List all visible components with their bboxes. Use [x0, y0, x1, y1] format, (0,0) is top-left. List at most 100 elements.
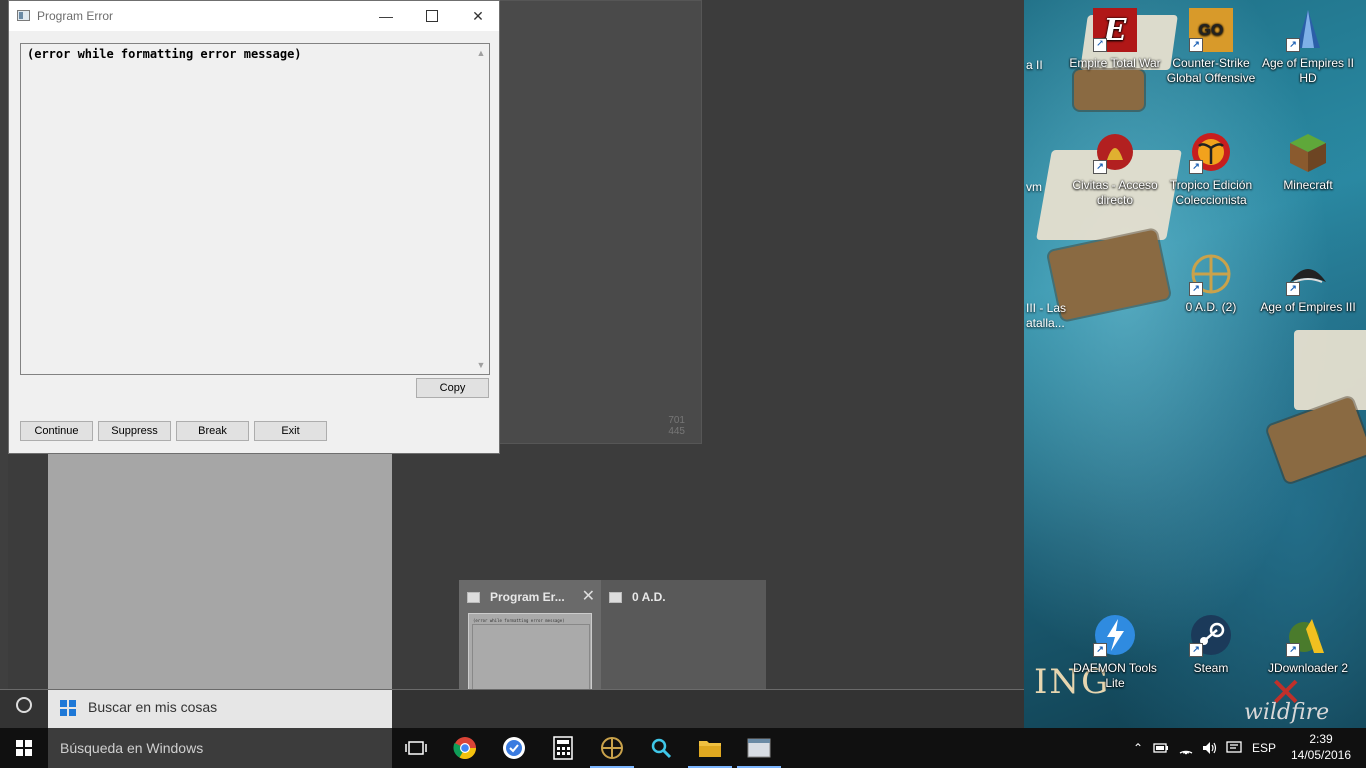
thumbnail-title: 0 A.D.: [632, 590, 666, 604]
background-window-edge: [0, 0, 8, 690]
shortcut-arrow-icon: ↗: [1286, 282, 1300, 296]
file-explorer-icon: [699, 741, 721, 757]
steam-icon: ↗: [1189, 613, 1233, 657]
desktop-icon-civitas[interactable]: ↗ Civitas - Acceso directo: [1067, 130, 1163, 208]
taskbar: Búsqueda en Windows ⌃ ESP 2:39 14/05/201…: [0, 728, 1366, 768]
suppress-button[interactable]: Suppress: [98, 421, 171, 441]
desktop-icon-0ad[interactable]: ↗ 0 A.D. (2): [1163, 252, 1259, 315]
start-button[interactable]: [0, 728, 48, 768]
desktop-icon-partial-label: III - Las: [1026, 301, 1067, 315]
scroll-up-icon[interactable]: ▲: [476, 48, 486, 58]
desktop-icon-label: Minecraft: [1283, 178, 1333, 192]
shortcut-arrow-icon: ↗: [1093, 643, 1107, 657]
app-window-icon: [17, 10, 30, 21]
volume-tray-button[interactable]: [1199, 728, 1221, 768]
search-my-stuff-button[interactable]: Buscar en mis cosas: [48, 690, 392, 728]
network-tray-button[interactable]: [1175, 728, 1197, 768]
csgo-icon: GO ↗: [1189, 8, 1233, 52]
windows-start-icon: [16, 740, 32, 756]
dialog-titlebar[interactable]: Program Error — ✕: [9, 1, 499, 31]
0ad-icon: ↗: [1189, 252, 1233, 296]
message-scrollbar[interactable]: ▲ ▼: [473, 44, 489, 374]
program-icon: [747, 738, 771, 758]
action-center-button[interactable]: [1223, 728, 1245, 768]
desktop-icon-jdownloader[interactable]: ↗ JDownloader 2: [1260, 613, 1356, 676]
close-icon: ✕: [472, 7, 484, 24]
shortcut-arrow-icon: ↗: [1093, 160, 1107, 174]
jdownloader-icon: ↗: [1286, 613, 1330, 657]
calculator-icon: [553, 736, 573, 760]
chrome-icon: [453, 737, 476, 759]
continue-button[interactable]: Continue: [20, 421, 93, 441]
maximize-icon: [426, 10, 438, 22]
close-button[interactable]: ✕: [455, 1, 501, 31]
minecraft-icon: [1286, 130, 1330, 174]
desktop-icon-tropico[interactable]: ↗ Tropico Edición Coleccionista: [1163, 130, 1259, 208]
desktop-icon-minecraft[interactable]: Minecraft: [1260, 130, 1356, 193]
empire-total-war-icon: E ↗: [1093, 8, 1137, 52]
search-tool-taskbar-button[interactable]: [637, 728, 685, 768]
desktop-icon-label: Tropico Edición: [1169, 178, 1253, 192]
task-view-button[interactable]: [392, 728, 440, 768]
search-my-stuff-label: Buscar en mis cosas: [88, 699, 218, 715]
desktop-icon-partial-label: vm: [1026, 180, 1042, 194]
desktop-icon-daemon-tools[interactable]: ↗ DAEMON Tools Lite: [1067, 613, 1163, 691]
clock-date: 14/05/2016: [1290, 748, 1352, 762]
desktop-icon-label: DAEMON Tools: [1073, 661, 1157, 675]
error-message-text: (error while formatting error message): [27, 47, 302, 61]
desktop-icon-csgo[interactable]: GO ↗ Counter-Strike Global Offensive: [1163, 8, 1259, 86]
cortana-ring-icon[interactable]: [16, 697, 32, 713]
thumbnail-header: Program Er...: [467, 590, 565, 604]
thumbnail-header: 0 A.D.: [609, 590, 666, 604]
error-message-textbox[interactable]: (error while formatting error message) ▲…: [20, 43, 490, 375]
desktop-icon-aoe3[interactable]: ↗ Age of Empires III: [1260, 252, 1356, 315]
wallpaper-sail: [1294, 330, 1366, 410]
file-explorer-taskbar-button[interactable]: [686, 728, 734, 768]
system-clock[interactable]: 2:39 14/05/2016: [1288, 731, 1354, 763]
browser-taskbar-button[interactable]: [490, 728, 538, 768]
clock-time: 2:39: [1309, 732, 1333, 746]
thumbnail-preview-text: (error while formatting error message): [473, 618, 565, 623]
desktop-icon-partial-label: a II: [1026, 58, 1043, 72]
desktop-icon-label: Lite: [1105, 676, 1125, 690]
desktop-icon-label: directo: [1096, 193, 1134, 207]
power-tray-button[interactable]: [1150, 728, 1172, 768]
minimize-button[interactable]: —: [363, 1, 409, 31]
0ad-taskbar-button[interactable]: [588, 728, 636, 768]
copy-button[interactable]: Copy: [416, 378, 489, 398]
maximize-button[interactable]: [409, 1, 455, 31]
calculator-taskbar-button[interactable]: [539, 728, 587, 768]
scroll-down-icon[interactable]: ▼: [476, 360, 486, 370]
background-window-light: [48, 444, 392, 690]
desktop-icon-steam[interactable]: ↗ Steam: [1163, 613, 1259, 676]
desktop-icon-empire-total-war[interactable]: E ↗ Empire Total War: [1067, 8, 1163, 71]
notification-icon: [1226, 741, 1242, 753]
desktop-icon-label: Age of Empires II: [1261, 56, 1355, 70]
language-indicator[interactable]: ESP: [1248, 728, 1280, 768]
search-tool-icon: [651, 738, 672, 759]
exit-button[interactable]: Exit: [254, 421, 327, 441]
taskbar-search-placeholder: Búsqueda en Windows: [60, 740, 204, 756]
break-button[interactable]: Break: [176, 421, 249, 441]
show-hidden-icons-button[interactable]: ⌃: [1128, 728, 1148, 768]
minimize-icon: —: [379, 8, 393, 24]
shortcut-arrow-icon: ↗: [1189, 160, 1203, 174]
thumbnail-close-icon[interactable]: ✕: [582, 586, 595, 605]
app-window-icon: [609, 591, 622, 603]
task-view-icon: [405, 741, 427, 755]
program-error-dialog: Program Error — ✕ (error while formattin…: [8, 0, 500, 454]
0ad-icon: [601, 737, 623, 759]
desktop-icon-label: Counter-Strike: [1172, 56, 1250, 70]
chrome-taskbar-button[interactable]: [441, 728, 489, 768]
program-taskbar-button[interactable]: [735, 728, 783, 768]
desktop-icon-aoe2[interactable]: ↗ Age of Empires II HD: [1260, 8, 1356, 86]
civitas-icon: ↗: [1093, 130, 1137, 174]
desktop-icon-label: HD: [1299, 71, 1317, 85]
taskbar-search-box[interactable]: Búsqueda en Windows: [48, 728, 392, 768]
app-window-icon: [467, 591, 480, 603]
speaker-icon: [1203, 742, 1217, 754]
window-height: 445: [668, 426, 685, 437]
desktop-icon-label: Steam: [1193, 661, 1229, 675]
aoe3-icon: ↗: [1286, 252, 1330, 296]
desktop-icon-label: Age of Empires III: [1260, 300, 1356, 314]
